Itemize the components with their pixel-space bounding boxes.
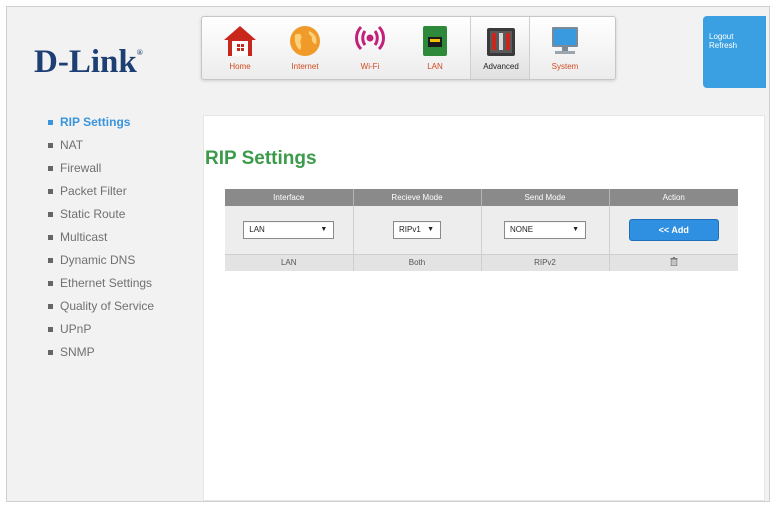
sidebar-item-label: Firewall	[60, 161, 102, 175]
sidebar-item-label: Static Route	[60, 207, 126, 221]
sidebar-item-label: Multicast	[60, 230, 108, 244]
nav-home-label: Home	[229, 62, 251, 71]
interface-select[interactable]: LAN ▼	[243, 220, 335, 239]
nav-home[interactable]: Home	[210, 17, 270, 79]
dlink-logo: D-Link®	[34, 44, 143, 80]
row-send-mode: RIPv2	[481, 253, 610, 271]
sidebar-item-snmp[interactable]: SNMP	[48, 345, 198, 368]
logout-link[interactable]: Logout	[703, 32, 766, 41]
interface-cell: LAN ▼	[225, 206, 354, 254]
sidebar-item-static-route[interactable]: Static Route	[48, 207, 198, 230]
nav-advanced[interactable]: Advanced	[470, 17, 530, 79]
chevron-down-icon: ▼	[320, 225, 328, 233]
account-panel: Logout Refresh	[703, 16, 766, 88]
bullet-icon	[48, 281, 53, 286]
bullet-icon	[48, 350, 53, 355]
table-row: LAN Both RIPv2	[225, 253, 738, 271]
interface-select-value: LAN	[249, 224, 265, 234]
bullet-icon	[48, 120, 53, 125]
nav-advanced-label: Advanced	[483, 62, 519, 71]
nav-lan[interactable]: LAN	[405, 17, 465, 79]
bullet-icon	[48, 235, 53, 240]
send-mode-select[interactable]: NONE ▼	[504, 220, 586, 239]
sidebar-item-firewall[interactable]: Firewall	[48, 161, 198, 184]
bullet-icon	[48, 143, 53, 148]
page-title: RIP Settings	[205, 148, 317, 169]
nav-system-label: System	[551, 62, 579, 71]
chevron-down-icon: ▼	[572, 225, 579, 233]
bullet-icon	[48, 258, 53, 263]
toolbox-icon	[487, 28, 515, 56]
sidebar: RIP Settings NAT Firewall Packet Filter …	[48, 115, 198, 368]
row-action	[609, 253, 738, 271]
nav-system[interactable]: System	[535, 17, 595, 79]
sidebar-item-dynamic-dns[interactable]: Dynamic DNS	[48, 253, 198, 276]
add-button[interactable]: << Add	[628, 218, 719, 241]
sidebar-item-quality-of-service[interactable]: Quality of Service	[48, 299, 198, 322]
header-send-mode: Send Mode	[481, 189, 610, 206]
sidebar-item-label: Ethernet Settings	[60, 276, 153, 290]
row-receive-mode: Both	[353, 253, 482, 271]
action-cell: << Add	[609, 206, 738, 254]
header-receive-mode: Recieve Mode	[353, 189, 482, 206]
sidebar-item-label: UPnP	[60, 322, 92, 336]
top-nav-bar: Home Internet Wi-Fi LAN Advanced System	[201, 16, 616, 80]
sidebar-item-upnp[interactable]: UPnP	[48, 322, 198, 345]
rip-table: Interface Recieve Mode Send Mode Action …	[225, 189, 738, 271]
sidebar-item-ethernet-settings[interactable]: Ethernet Settings	[48, 276, 198, 299]
nav-lan-label: LAN	[427, 62, 443, 71]
home-icon	[224, 26, 256, 56]
sidebar-item-label: NAT	[60, 138, 84, 152]
header-action: Action	[609, 189, 738, 206]
bullet-icon	[48, 189, 53, 194]
chevron-down-icon: ▼	[427, 225, 434, 233]
sidebar-item-label: Dynamic DNS	[60, 253, 136, 267]
bullet-icon	[48, 327, 53, 332]
content-panel	[203, 115, 765, 501]
input-row: LAN ▼ RIPv1 ▼ NONE ▼ << Add	[225, 206, 738, 254]
bullet-icon	[48, 212, 53, 217]
lan-icon	[423, 26, 447, 56]
table-header-row: Interface Recieve Mode Send Mode Action	[225, 189, 738, 206]
sidebar-item-label: Packet Filter	[60, 184, 127, 198]
receive-mode-cell: RIPv1 ▼	[353, 206, 482, 254]
globe-icon	[290, 26, 320, 56]
nav-wifi-label: Wi-Fi	[360, 62, 380, 71]
sidebar-item-multicast[interactable]: Multicast	[48, 230, 198, 253]
row-interface: LAN	[225, 253, 354, 271]
send-mode-cell: NONE ▼	[481, 206, 610, 254]
receive-mode-select-value: RIPv1	[399, 224, 421, 234]
bullet-icon	[48, 304, 53, 309]
computer-icon	[552, 27, 578, 54]
nav-internet[interactable]: Internet	[275, 17, 335, 79]
sidebar-item-label: SNMP	[60, 345, 95, 359]
wifi-icon	[355, 25, 385, 51]
sidebar-item-label: Quality of Service	[60, 299, 155, 313]
sidebar-item-rip-settings[interactable]: RIP Settings	[48, 115, 198, 138]
sidebar-item-label: RIP Settings	[60, 115, 131, 129]
trash-icon[interactable]	[670, 257, 678, 267]
sidebar-item-packet-filter[interactable]: Packet Filter	[48, 184, 198, 207]
nav-internet-label: Internet	[291, 62, 319, 71]
sidebar-item-nat[interactable]: NAT	[48, 138, 198, 161]
nav-wifi[interactable]: Wi-Fi	[340, 17, 400, 79]
send-mode-select-value: NONE	[510, 224, 534, 234]
bullet-icon	[48, 166, 53, 171]
refresh-link[interactable]: Refresh	[703, 41, 766, 50]
header-interface: Interface	[225, 189, 354, 206]
receive-mode-select[interactable]: RIPv1 ▼	[393, 220, 441, 239]
